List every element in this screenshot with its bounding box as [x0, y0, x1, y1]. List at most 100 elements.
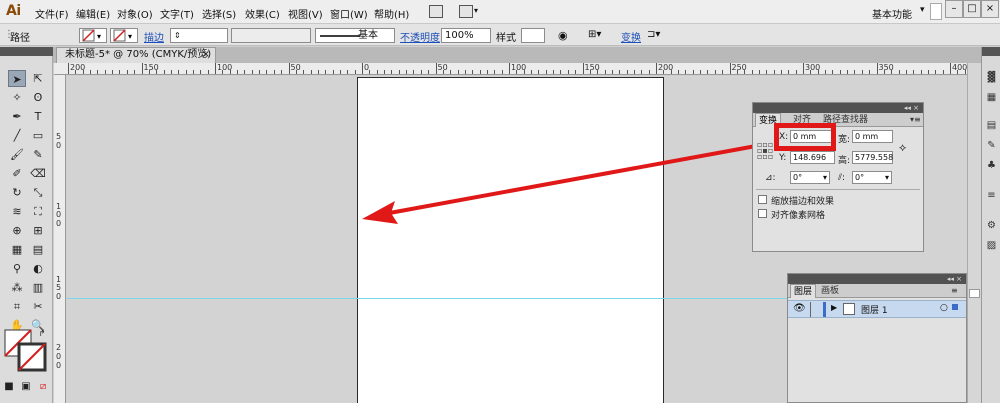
gradient-mode-icon[interactable]: ▣ — [19, 378, 33, 395]
mesh-tool-icon[interactable]: ▦ — [8, 241, 26, 258]
scroll-thumb[interactable] — [969, 289, 980, 298]
pencil-tool-icon[interactable]: ✎ — [29, 146, 47, 163]
type-tool-icon[interactable]: T — [29, 108, 47, 125]
isolate-icon[interactable]: ⊐▾ — [647, 29, 660, 40]
eyedropper-tool-icon[interactable]: ⚲ — [8, 260, 26, 277]
shape-builder-tool-icon[interactable]: ⊕ — [8, 222, 26, 239]
maximize-button[interactable]: □ — [963, 0, 981, 18]
paintbrush-tool-icon[interactable]: 🖌 — [8, 146, 26, 163]
brushes-icon[interactable]: ✎ — [985, 139, 998, 152]
color-guide-icon[interactable]: ▦ — [985, 91, 998, 104]
arrange-documents-icon[interactable] — [459, 5, 473, 18]
search-input[interactable] — [930, 3, 942, 20]
menu-help[interactable]: 帮助(H) — [374, 6, 409, 21]
annotation-highlight — [774, 123, 836, 151]
menu-type[interactable]: 文字(T) — [160, 6, 194, 21]
panel-menu-icon[interactable]: ≡ — [948, 284, 961, 298]
none-mode-icon[interactable]: ⧄ — [36, 378, 50, 395]
rectangle-tool-icon[interactable]: ▭ — [29, 127, 47, 144]
menu-view[interactable]: 视图(V) — [288, 6, 323, 21]
constrain-proportions-icon[interactable]: ⟡ — [899, 141, 906, 155]
chevron-down-icon[interactable]: ▾ — [885, 172, 889, 183]
gradient-tool-icon[interactable]: ▤ — [29, 241, 47, 258]
document-tab[interactable]: 未标题-5* @ 70% (CMYK/预览) × — [56, 47, 216, 63]
lasso-tool-icon[interactable]: ʘ — [29, 89, 47, 106]
selection-tool-icon[interactable]: ➤ — [8, 70, 26, 87]
height-field[interactable]: 5779.558 — [852, 151, 893, 164]
scale-tool-icon[interactable]: ⤡ — [29, 184, 47, 201]
tab-artboards[interactable]: 画板 — [818, 284, 842, 298]
recolor-icon[interactable]: ◉ — [558, 29, 568, 42]
magic-wand-tool-icon[interactable]: ✧ — [8, 89, 26, 106]
stroke-label[interactable]: 描边 — [144, 29, 164, 44]
slice-tool-icon[interactable]: ✂ — [29, 298, 47, 315]
tab-layers[interactable]: 图层 — [790, 284, 817, 298]
close-button[interactable]: × — [981, 0, 999, 18]
stroke-swatch[interactable]: ▾ — [110, 28, 138, 43]
canvas-scrollbar[interactable] — [967, 63, 981, 403]
chevron-down-icon[interactable]: ▾ — [920, 5, 925, 15]
rotate-tool-icon[interactable]: ↻ — [8, 184, 26, 201]
align-pixel-checkbox[interactable] — [758, 209, 767, 218]
menu-edit[interactable]: 编辑(E) — [76, 6, 110, 21]
menu-object[interactable]: 对象(O) — [117, 6, 153, 21]
menu-select[interactable]: 选择(S) — [202, 6, 236, 21]
ruler-minor-tick — [626, 70, 628, 74]
blob-brush-tool-icon[interactable]: ✐ — [8, 165, 26, 182]
graphic-styles-icon[interactable]: ▨ — [985, 239, 998, 252]
align-icon[interactable]: ⊞▾ — [588, 29, 601, 40]
symbol-sprayer-tool-icon[interactable]: ⁂ — [8, 279, 26, 296]
target-icon[interactable]: ○ — [940, 303, 948, 313]
bridge-icon[interactable] — [429, 5, 443, 18]
eraser-tool-icon[interactable]: ⌫ — [29, 165, 47, 182]
swatches-icon[interactable]: ▤ — [985, 119, 998, 132]
graphic-style-swatch[interactable] — [521, 28, 545, 43]
appearance-icon[interactable]: ⚙ — [985, 219, 998, 232]
minimize-button[interactable]: – — [945, 0, 963, 18]
rotate-field[interactable]: 0° ▾ — [790, 171, 830, 184]
menu-effect[interactable]: 效果(C) — [245, 6, 280, 21]
scale-strokes-checkbox[interactable] — [758, 195, 767, 204]
column-graph-tool-icon[interactable]: ▥ — [29, 279, 47, 296]
perspective-grid-tool-icon[interactable]: ⊞ — [29, 222, 47, 239]
fill-swatch[interactable]: ▾ — [79, 28, 107, 43]
reference-point-icon[interactable]: ▫▫▫ ▫▪▫ ▫▫▫ — [757, 141, 773, 161]
ruler-minor-tick — [817, 70, 819, 74]
free-transform-tool-icon[interactable]: ⛶ — [29, 203, 47, 220]
opacity-field[interactable]: 100% — [441, 28, 491, 43]
stroke-weight-field[interactable]: ⇕ — [170, 28, 228, 43]
brush-definition[interactable]: 基本 — [315, 28, 395, 43]
artboard[interactable] — [357, 77, 664, 403]
line-tool-icon[interactable]: ╱ — [8, 127, 26, 144]
y-field[interactable]: 148.696 — [790, 151, 835, 164]
pen-tool-icon[interactable]: ✒ — [8, 108, 26, 125]
blend-tool-icon[interactable]: ◐ — [29, 260, 47, 277]
layer-name[interactable]: 图层 1 — [861, 303, 888, 316]
swap-fill-stroke-icon[interactable]: ↱ — [33, 325, 51, 342]
color-mode-icon[interactable]: ■ — [2, 378, 16, 395]
transform-link[interactable]: 变换 — [621, 29, 641, 44]
stroke-panel-icon[interactable]: ≡ — [985, 189, 998, 202]
visibility-eye-icon[interactable]: 👁 — [793, 303, 806, 314]
artboard-tool-icon[interactable]: ⌗ — [8, 298, 26, 315]
ruler-minor-tick — [413, 70, 415, 74]
direct-selection-tool-icon[interactable]: ⇱ — [29, 70, 47, 87]
menu-window[interactable]: 窗口(W) — [330, 6, 368, 21]
symbols-icon[interactable]: ♣ — [985, 159, 998, 172]
menu-file[interactable]: 文件(F) — [35, 6, 69, 21]
width-field[interactable]: 0 mm — [852, 130, 893, 143]
chevron-down-icon[interactable]: ▾ — [823, 172, 827, 183]
color-panel-icon[interactable]: ▓ — [985, 71, 998, 84]
shear-field[interactable]: 0° ▾ — [852, 171, 892, 184]
layer-row[interactable]: 👁 ▶ 图层 1 ○ — [788, 300, 966, 318]
variable-width-profile[interactable] — [231, 28, 311, 43]
ruler-minor-tick — [97, 70, 99, 74]
stepper-icon[interactable]: ⇕ — [174, 31, 181, 40]
chevron-down-icon[interactable]: ▾ — [474, 6, 478, 15]
panel-menu-icon[interactable]: ▾≡ — [907, 113, 924, 127]
opacity-label[interactable]: 不透明度 — [400, 29, 440, 44]
expand-triangle-icon[interactable]: ▶ — [831, 303, 837, 312]
width-tool-icon[interactable]: ≋ — [8, 203, 26, 220]
close-tab-icon[interactable]: × — [202, 48, 210, 62]
workspace-switcher[interactable]: 基本功能 — [872, 6, 912, 21]
